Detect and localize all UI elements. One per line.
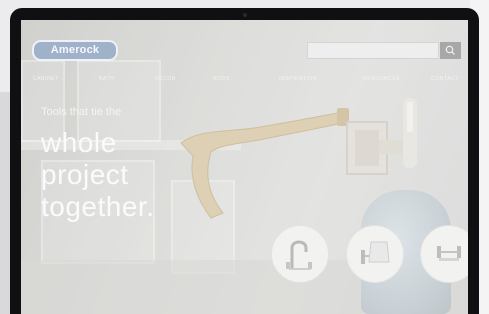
hero-headline-line: whole: [41, 127, 117, 158]
search-input[interactable]: [307, 42, 439, 59]
towel-bar-icon: [437, 246, 461, 261]
product-circle-sconce[interactable]: [346, 225, 404, 283]
nav-item-cabinet[interactable]: CABINET: [33, 76, 59, 82]
nav-item-contact[interactable]: CONTACT: [431, 76, 459, 82]
nav-item-resources[interactable]: RESOURCES: [363, 76, 400, 82]
nav-item-inspiration[interactable]: INSPIRATION: [279, 76, 317, 82]
page-stage: Amerock CABINET BATH DECOR RODS INSPIRAT…: [0, 0, 489, 314]
main-nav: CABINET BATH DECOR RODS INSPIRATION RESO…: [33, 76, 463, 88]
amerock-logo[interactable]: Amerock: [32, 40, 118, 61]
hero-headline-line: together.: [41, 191, 155, 222]
nav-item-decor[interactable]: DECOR: [155, 76, 176, 82]
hero-tagline: Tools that tie the: [41, 106, 122, 118]
laptop-device-frame: Amerock CABINET BATH DECOR RODS INSPIRAT…: [10, 8, 479, 314]
nav-item-rods[interactable]: RODS: [213, 76, 230, 82]
website-screen: Amerock CABINET BATH DECOR RODS INSPIRAT…: [21, 20, 468, 314]
camera-dot: [243, 13, 247, 17]
product-circle-faucet[interactable]: [271, 225, 329, 283]
sconce-icon: [361, 241, 390, 264]
nav-item-bath[interactable]: BATH: [99, 76, 114, 82]
hero-headline-line: project: [41, 159, 129, 190]
faucet-icon: [286, 240, 312, 270]
site-header: Amerock CABINET BATH DECOR RODS INSPIRAT…: [21, 20, 468, 90]
wall-hook-image: [346, 98, 417, 175]
search-button[interactable]: [440, 42, 461, 59]
search-icon: [445, 45, 455, 55]
cabinet-pull-image: [180, 108, 349, 219]
